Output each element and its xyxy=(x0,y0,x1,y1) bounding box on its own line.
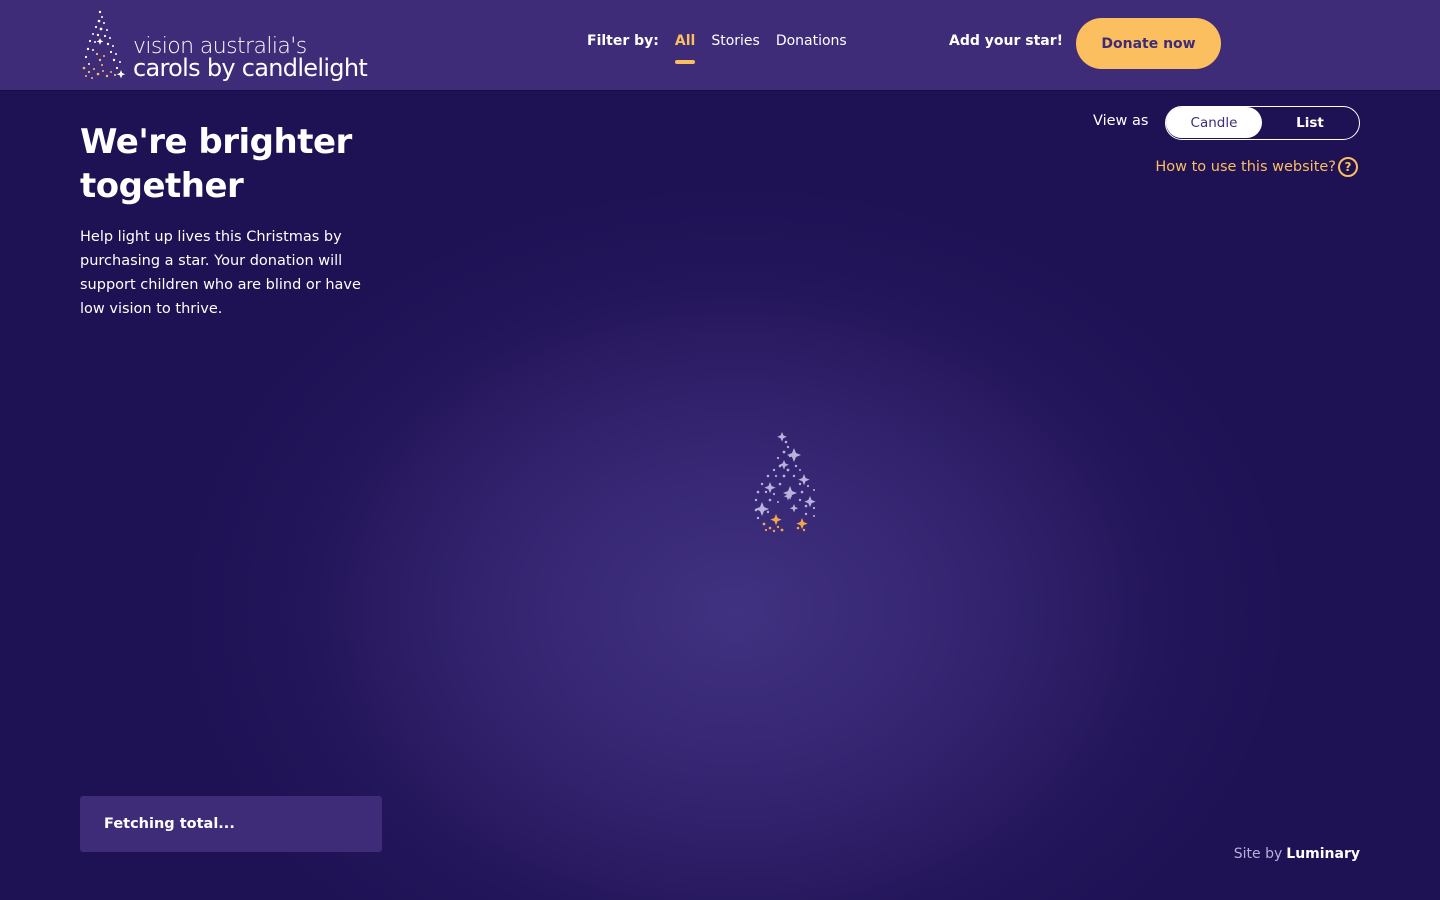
how-to-use-text: How to use this website? xyxy=(1155,159,1336,175)
view-as-label: View as xyxy=(1093,113,1149,129)
view-option-list[interactable]: List xyxy=(1262,107,1358,138)
question-circle-icon: ? xyxy=(1338,157,1358,177)
loading-flame-icon xyxy=(744,430,828,540)
logo-text-line2: carols by candlelight xyxy=(133,54,368,82)
site-header: vision australia's carols by candlelight… xyxy=(0,0,1440,90)
filter-label: Filter by: xyxy=(587,33,659,49)
site-by-label: Site by xyxy=(1233,846,1283,862)
donation-total-box: Fetching total... xyxy=(80,796,382,852)
candle-flame-stars-icon xyxy=(82,10,126,79)
view-option-candle[interactable]: Candle xyxy=(1166,107,1262,138)
filter-tab-donations[interactable]: Donations xyxy=(776,33,847,49)
donate-now-button[interactable]: Donate now xyxy=(1076,18,1221,69)
page-headline: We're brighter together xyxy=(80,122,352,206)
add-your-star-link[interactable]: Add your star! xyxy=(949,33,1063,49)
filter-bar: Filter by: All Stories Donations xyxy=(587,33,863,64)
view-toggle: Candle List xyxy=(1165,106,1360,140)
intro-paragraph: Help light up lives this Christmas by pu… xyxy=(80,229,361,317)
filter-tab-stories[interactable]: Stories xyxy=(711,33,760,49)
how-to-use-link[interactable]: How to use this website? ? xyxy=(1155,157,1358,177)
site-logo[interactable]: vision australia's carols by candlelight xyxy=(80,8,390,82)
site-credit: Site by Luminary xyxy=(1234,846,1360,862)
filter-tab-all[interactable]: All xyxy=(674,33,696,64)
luminary-link[interactable]: Luminary xyxy=(1286,846,1360,862)
